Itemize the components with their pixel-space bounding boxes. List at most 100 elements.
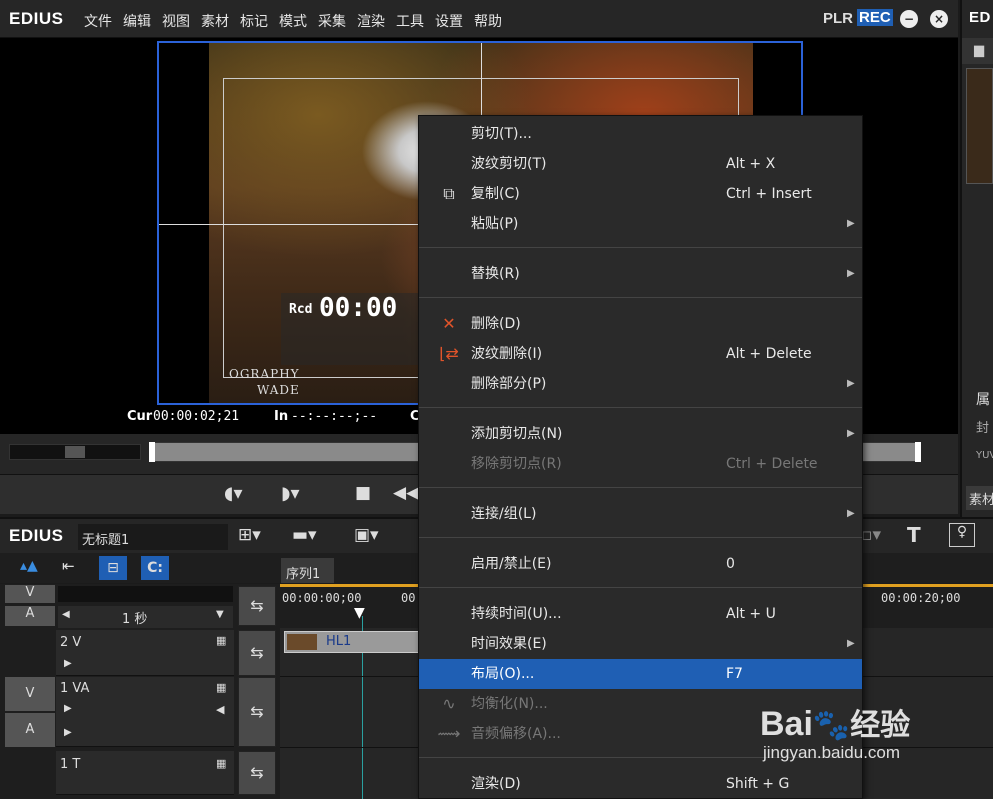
- menu-item-label: 连接/组(L): [471, 506, 537, 522]
- track-1va-name: 1 VA: [60, 681, 90, 696]
- menu-capture[interactable]: 采集: [318, 11, 346, 31]
- link-icon[interactable]: ⊟: [99, 556, 127, 580]
- context-menu-item[interactable]: 添加剪切点(N) ▶: [419, 419, 862, 449]
- menu-mode[interactable]: 模式: [279, 11, 307, 31]
- rewind-icon[interactable]: ◀◀: [393, 483, 419, 503]
- context-menu-item[interactable]: 删除部分(P) ▶: [419, 369, 862, 399]
- top-a-button[interactable]: A: [5, 606, 55, 626]
- swap-button-1t[interactable]: ⇆: [238, 751, 276, 795]
- sequence-tab[interactable]: 序列1: [281, 558, 334, 583]
- context-menu-item[interactable]: 渲染(D) Shift + G: [419, 769, 862, 799]
- menu-edit[interactable]: 编辑: [123, 11, 151, 31]
- menu-file[interactable]: 文件: [84, 11, 112, 31]
- context-menu-item: 移除剪切点(R) Ctrl + Delete: [419, 449, 862, 479]
- menu-tools[interactable]: 工具: [396, 11, 424, 31]
- film-icon: ▦: [216, 681, 227, 694]
- insert-mode-icon[interactable]: ▴▲: [20, 558, 38, 574]
- in-handle[interactable]: [149, 442, 155, 462]
- top-v-button[interactable]: V: [5, 585, 55, 603]
- shuttle-handle[interactable]: [65, 446, 85, 458]
- bin-thumbnail[interactable]: [966, 68, 993, 184]
- context-menu-item[interactable]: 替换(R) ▶: [419, 259, 862, 289]
- menu-item-shortcut: Ctrl + Insert: [726, 186, 812, 202]
- folder-icon[interactable]: ▆: [962, 38, 993, 64]
- properties-label: 属: [976, 392, 990, 408]
- menu-item-label: 启用/禁止(E): [471, 556, 552, 572]
- plr-button[interactable]: PLR: [823, 10, 853, 27]
- menu-item-label: 剪切(T)...: [471, 126, 532, 142]
- baidu-brand: Bai: [760, 705, 813, 743]
- menu-help[interactable]: 帮助: [474, 11, 502, 31]
- film-icon: ▦: [216, 634, 227, 647]
- track-2v-name: 2 V: [60, 635, 82, 650]
- out-handle[interactable]: [915, 442, 921, 462]
- snap-icon[interactable]: C:: [141, 556, 169, 580]
- expand-icon[interactable]: ▶: [64, 658, 72, 669]
- swap-button-2v[interactable]: ⇆: [238, 630, 276, 676]
- menu-item-label: 渲染(D): [471, 776, 521, 792]
- menu-item-shortcut: Alt + U: [726, 606, 776, 622]
- voiceover-icon[interactable]: ♀: [949, 523, 975, 547]
- context-menu-item[interactable]: 波纹剪切(T) Alt + X: [419, 149, 862, 179]
- context-menu-item[interactable]: 启用/禁止(E) 0: [419, 549, 862, 579]
- menu-separator: [419, 587, 862, 588]
- menu-item-shortcut: Shift + G: [726, 776, 790, 792]
- track-1va-header[interactable]: 1 VA ▦ ◀ ▶ ▶: [56, 677, 234, 747]
- menu-item-label: 移除剪切点(R): [471, 456, 562, 472]
- track-1va-v-button[interactable]: V: [5, 677, 55, 711]
- watermark-line2: WADE: [257, 383, 300, 397]
- context-menu-item[interactable]: 时间效果(E) ▶: [419, 629, 862, 659]
- context-menu-item[interactable]: 粘贴(P) ▶: [419, 209, 862, 239]
- minimize-button[interactable]: −: [900, 10, 918, 28]
- sequence-icon[interactable]: ⊞▾: [238, 525, 261, 545]
- context-menu-item[interactable]: 持续时间(U)... Alt + U: [419, 599, 862, 629]
- ruler-label-2: 00:00:20;00: [881, 591, 961, 605]
- main-menu: 文件 编辑 视图 素材 标记 模式 采集 渲染 工具 设置 帮助: [84, 11, 513, 31]
- menu-settings[interactable]: 设置: [435, 11, 463, 31]
- scale-selector[interactable]: ◀ 1 秒 ▼: [58, 606, 233, 628]
- overlay-icon[interactable]: ▫▾: [861, 525, 881, 545]
- track-2v-header[interactable]: 2 V ▦ ▶: [56, 630, 234, 676]
- ripple-icon[interactable]: ⇤: [62, 557, 75, 575]
- app-logo: EDIUS: [9, 9, 64, 28]
- scale-left-arrow[interactable]: ◀: [62, 609, 70, 620]
- submenu-arrow-icon: ▶: [847, 378, 855, 389]
- project-name[interactable]: 无标题1: [78, 524, 228, 550]
- context-menu-item[interactable]: ⌊⇄ 波纹删除(I) Alt + Delete: [419, 339, 862, 369]
- zoom-bar[interactable]: [58, 586, 233, 602]
- scale-dropdown-arrow[interactable]: ▼: [216, 609, 224, 620]
- context-menu: 剪切(T)... 波纹剪切(T) Alt + X ⧉ 复制(C) Ctrl + Inser…: [418, 115, 863, 799]
- context-menu-item[interactable]: 布局(O)... F7: [419, 659, 862, 689]
- open-folder-icon[interactable]: ▬▾: [292, 525, 317, 545]
- menu-view[interactable]: 视图: [162, 11, 190, 31]
- expand-icon[interactable]: ▶: [64, 727, 72, 738]
- rcd-timecode: 00:00: [319, 293, 398, 323]
- set-out-icon[interactable]: ◗▾: [281, 483, 300, 504]
- shuttle-slider[interactable]: [9, 444, 141, 460]
- context-menu-item[interactable]: 连接/组(L) ▶: [419, 499, 862, 529]
- baidu-url: jingyan.baidu.com: [763, 743, 901, 762]
- menu-marker[interactable]: 标记: [240, 11, 268, 31]
- context-menu-item[interactable]: 剪切(T)...: [419, 119, 862, 149]
- stop-icon[interactable]: ■: [355, 483, 371, 503]
- title-tool-icon[interactable]: T: [907, 523, 921, 547]
- track-1t-header[interactable]: 1 T ▦: [56, 751, 234, 795]
- menu-render[interactable]: 渲染: [357, 11, 385, 31]
- speaker-icon: ◀: [216, 703, 225, 716]
- playhead-marker[interactable]: ▼: [354, 605, 365, 621]
- swap-button-1va[interactable]: ⇆: [238, 677, 276, 747]
- cur-timecode: 00:00:02;21: [153, 409, 240, 424]
- menu-separator: [419, 247, 862, 248]
- context-menu-item[interactable]: ✕ 删除(D): [419, 309, 862, 339]
- close-button[interactable]: ×: [930, 10, 948, 28]
- track-panel: V A ◀ 1 秒 ▼ ⇆ 2 V ▦ ▶ ⇆ V A 1 VA ▦ ◀ ▶ ▶…: [0, 584, 280, 799]
- menu-clip[interactable]: 素材: [201, 11, 229, 31]
- context-menu-item[interactable]: ⧉ 复制(C) Ctrl + Insert: [419, 179, 862, 209]
- rec-button[interactable]: REC: [857, 9, 893, 26]
- material-tab[interactable]: 素材: [966, 486, 993, 510]
- save-icon[interactable]: ▣▾: [354, 525, 379, 545]
- expand-icon[interactable]: ▶: [64, 703, 72, 714]
- set-in-icon[interactable]: ◖▾: [224, 483, 243, 504]
- track-1va-a-button[interactable]: A: [5, 713, 55, 747]
- swap-button-top[interactable]: ⇆: [238, 586, 276, 626]
